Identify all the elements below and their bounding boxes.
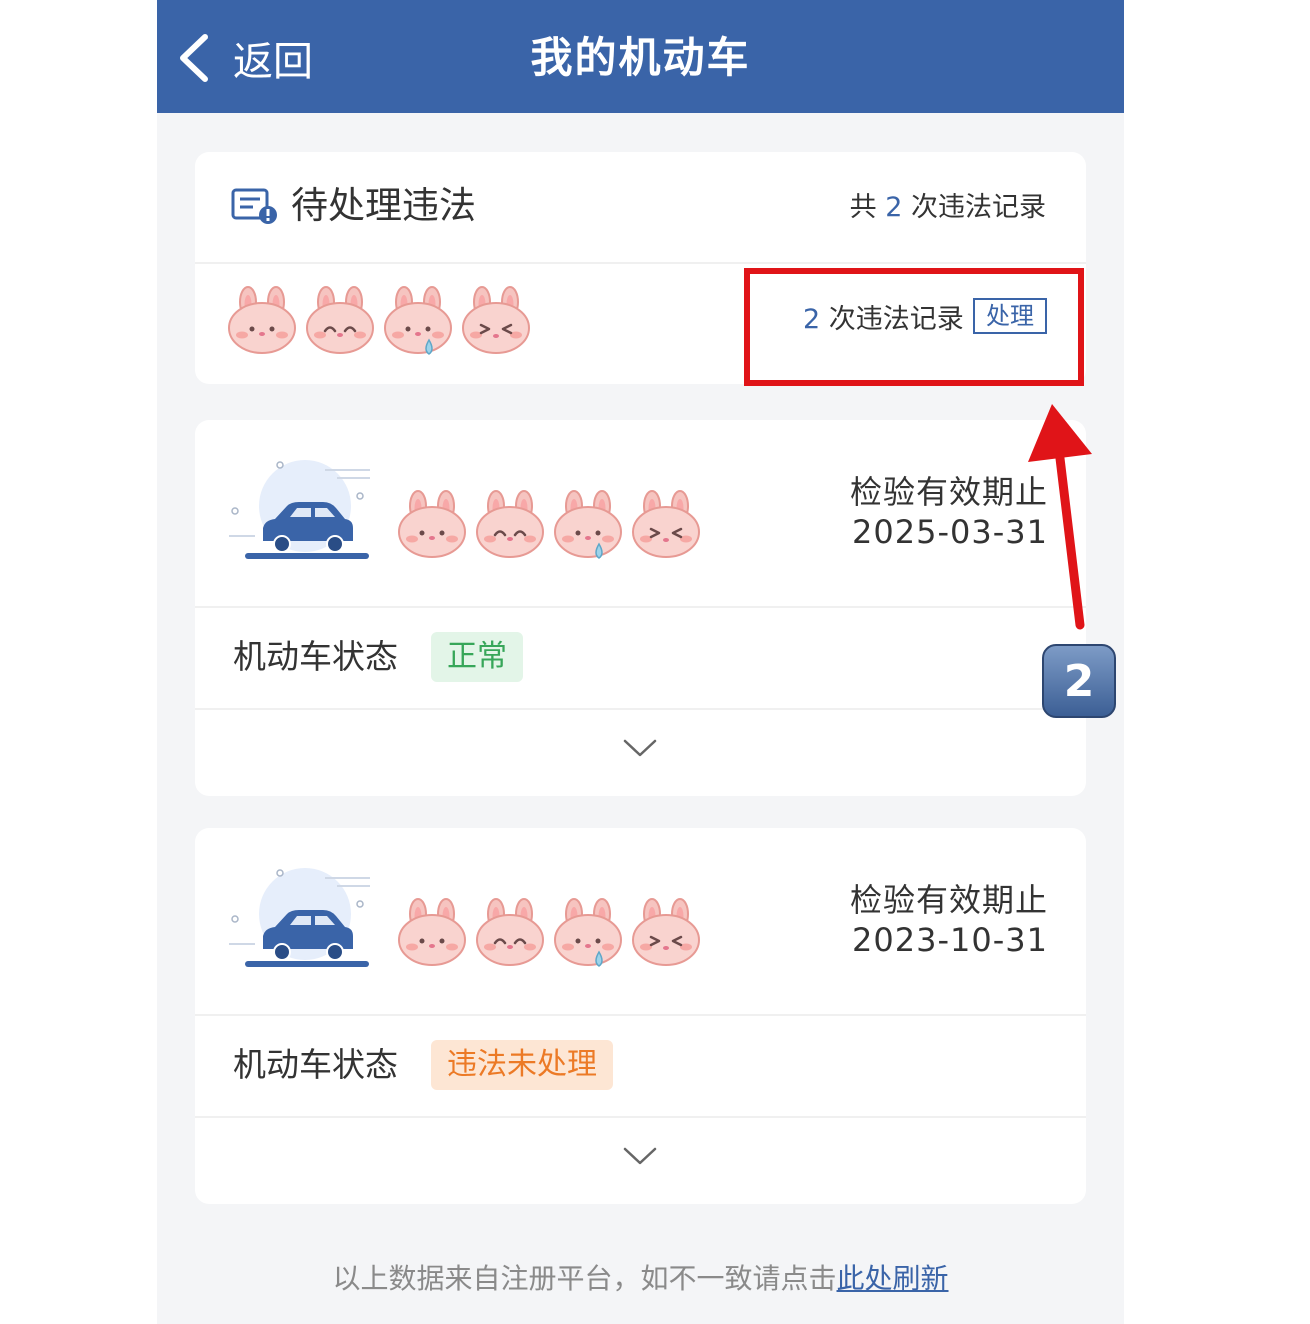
inspection-expiry: 检验有效期止 2025-03-31 — [850, 472, 1048, 552]
vehicle-card[interactable]: 检验有效期止 2023-10-31 机动车状态 违法未处理 — [195, 828, 1086, 1204]
bunny-sticker-icon — [395, 486, 469, 560]
bunny-sticker-icon — [551, 894, 625, 968]
expiry-label: 检验有效期止 — [849, 881, 1048, 919]
plate-masking-stickers — [225, 282, 533, 356]
pending-title: 待处理违法 — [291, 184, 476, 227]
page-title: 我的机动车 — [530, 33, 751, 82]
bunny-sticker-icon — [225, 282, 299, 356]
expiry-label: 检验有效期止 — [849, 473, 1048, 511]
bunny-sticker-icon — [381, 282, 455, 356]
status-label: 机动车状态 — [233, 637, 398, 676]
inspection-expiry: 检验有效期止 2023-10-31 — [850, 880, 1048, 960]
chevron-down-icon — [623, 1147, 657, 1165]
status-label: 机动车状态 — [233, 1045, 398, 1084]
vehicle-status-row: 机动车状态 违法未处理 — [195, 1014, 1086, 1118]
total-prefix: 共 — [849, 192, 877, 223]
phone-screen: 返回 我的机动车 待处理违法 共 2 次违法记录 2 次违法记录 处理 检验有效… — [157, 0, 1124, 1324]
highlight-box — [744, 268, 1084, 386]
chevron-down-icon — [623, 739, 657, 757]
car-icon — [228, 459, 371, 560]
footer-text: 以上数据来自注册平台，如不一致请点击 — [332, 1262, 837, 1295]
plate-masking-stickers — [395, 486, 703, 560]
status-badge: 正常 — [431, 632, 523, 682]
vehicle-status-row: 机动车状态 正常 — [195, 606, 1086, 710]
bunny-sticker-icon — [303, 282, 377, 356]
expand-button[interactable] — [195, 1118, 1086, 1204]
car-icon — [228, 867, 371, 968]
nav-bar: 返回 我的机动车 — [157, 0, 1124, 113]
pending-total: 共 2 次违法记录 — [850, 190, 1046, 226]
refresh-link[interactable]: 此处刷新 — [837, 1262, 949, 1295]
pending-header: 待处理违法 共 2 次违法记录 — [195, 152, 1086, 264]
expiry-date: 2025-03-31 — [852, 513, 1048, 551]
total-suffix: 次违法记录 — [911, 192, 1046, 223]
expand-button[interactable] — [195, 710, 1086, 796]
bunny-sticker-icon — [629, 894, 703, 968]
footer-note: 以上数据来自注册平台，如不一致请点击此处刷新 — [157, 1257, 1124, 1297]
plate-masking-stickers — [395, 894, 703, 968]
bunny-sticker-icon — [551, 486, 625, 560]
bunny-sticker-icon — [473, 894, 547, 968]
status-badge: 违法未处理 — [431, 1040, 613, 1090]
bunny-sticker-icon — [473, 486, 547, 560]
step-number-badge: 2 — [1042, 644, 1116, 718]
total-count: 2 — [885, 192, 903, 223]
vehicle-card[interactable]: 检验有效期止 2025-03-31 机动车状态 正常 — [195, 420, 1086, 796]
bunny-sticker-icon — [629, 486, 703, 560]
bunny-sticker-icon — [395, 894, 469, 968]
violation-document-icon — [231, 188, 277, 224]
expiry-date: 2023-10-31 — [852, 921, 1048, 959]
bunny-sticker-icon — [459, 282, 533, 356]
red-arrow-icon — [1028, 404, 1092, 630]
